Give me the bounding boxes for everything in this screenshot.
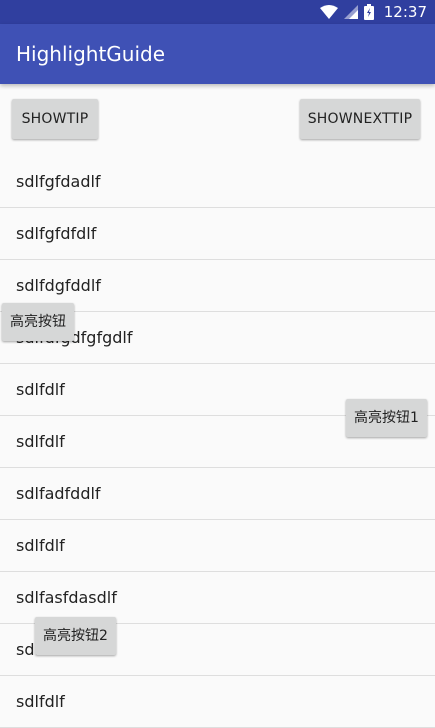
list-item[interactable]: sdlfadfddlf bbox=[0, 468, 435, 520]
battery-icon bbox=[363, 4, 374, 20]
status-bar: 12:37 bbox=[0, 0, 435, 24]
highlight-button-1[interactable]: 高亮按钮1 bbox=[346, 399, 427, 437]
status-time: 12:37 bbox=[383, 3, 427, 21]
app-title: HighlightGuide bbox=[16, 42, 166, 66]
list-item[interactable]: sdlfgfdadlf bbox=[0, 156, 435, 208]
highlight-button[interactable]: 高亮按钮 bbox=[2, 303, 74, 341]
show-next-tip-button[interactable]: SHOWNEXTTIP bbox=[300, 99, 420, 139]
app-bar: HighlightGuide bbox=[0, 24, 435, 84]
list-item[interactable]: sdlfdlf bbox=[0, 676, 435, 728]
status-icons: 12:37 bbox=[319, 2, 427, 22]
list-item[interactable]: sdlfgfdfdlf bbox=[0, 208, 435, 260]
show-tip-button[interactable]: SHOWTIP bbox=[12, 99, 98, 139]
highlight-button-2[interactable]: 高亮按钮2 bbox=[35, 617, 116, 655]
wifi-icon bbox=[319, 5, 338, 19]
list-item[interactable]: sdlfdlf bbox=[0, 520, 435, 572]
signal-icon bbox=[343, 5, 358, 19]
